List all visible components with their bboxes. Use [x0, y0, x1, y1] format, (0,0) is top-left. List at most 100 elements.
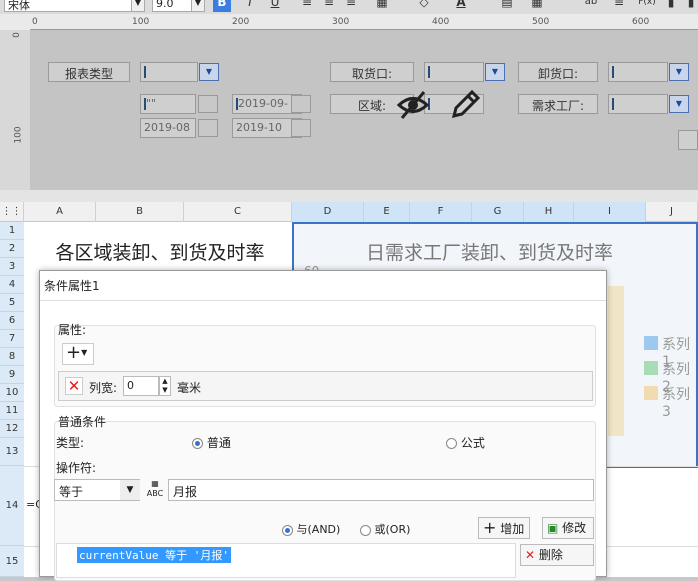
type-formula-radio[interactable]: 公式: [446, 434, 485, 451]
splitter[interactable]: [0, 190, 698, 202]
row-header[interactable]: 9: [0, 366, 24, 384]
row-header[interactable]: 2: [0, 240, 24, 258]
fill-color-icon[interactable]: ◇: [415, 0, 433, 12]
pickup-input[interactable]: [424, 62, 484, 82]
delete-condition-button[interactable]: ✕ 删除: [520, 544, 594, 566]
and-radio[interactable]: 与(AND): [282, 521, 340, 537]
toolbar: 宋体 ▼ 9.0 ▼ B I U ≡ ≡ ≡ ▦ ◇ A ▤ ▦ ab ≡ F(…: [0, 0, 698, 14]
add-attribute-button[interactable]: +▼: [62, 343, 94, 365]
row-header[interactable]: 6: [0, 312, 24, 330]
ruler-tick: 0: [11, 32, 22, 38]
attribute-row: ✕ 列宽: 0 ▲ ▼ 毫米: [58, 371, 593, 401]
ruler-corner: [0, 14, 30, 30]
ruler-tick: 500: [532, 17, 550, 27]
unit-label: 毫米: [177, 381, 202, 395]
row-header[interactable]: 10: [0, 384, 24, 402]
row-header[interactable]: 14: [0, 466, 24, 546]
column-header-d[interactable]: D: [292, 202, 364, 222]
unload-input[interactable]: [608, 62, 668, 82]
pickup-label: 取货口:: [330, 62, 414, 82]
row-header[interactable]: 12: [0, 420, 24, 438]
strike-button[interactable]: ab: [582, 0, 600, 12]
condition-item[interactable]: currentValue 等于 '月报': [77, 547, 231, 563]
border-icon[interactable]: ▦: [373, 0, 391, 12]
or-radio[interactable]: 或(OR): [360, 521, 410, 537]
parameter-panel: 报表类型 ▼ 取货口: ▼ 卸货口: ▼ "" 2019-09- 区域: 需求工…: [30, 30, 698, 190]
column-header-a[interactable]: A: [24, 202, 96, 222]
row-header[interactable]: 11: [0, 402, 24, 420]
column-header-i[interactable]: I: [574, 202, 646, 222]
report-title-cell[interactable]: 各区域装卸、到货及时率: [40, 238, 280, 268]
add-condition-button[interactable]: + 增加: [478, 517, 530, 539]
row-header[interactable]: 4: [0, 276, 24, 294]
modify-icon: ▣: [547, 521, 559, 535]
delete-icon: ✕: [525, 548, 536, 562]
wrap-icon[interactable]: ≡: [610, 0, 628, 12]
formula-button[interactable]: F(x): [636, 0, 658, 12]
font-color-button[interactable]: A: [452, 0, 470, 12]
chevron-down-icon[interactable]: ▼: [485, 63, 505, 81]
chevron-down-icon[interactable]: ▼: [199, 63, 219, 81]
operand-input[interactable]: 月报: [168, 479, 594, 501]
radio-icon: [360, 524, 371, 536]
chevron-down-icon[interactable]: ▼: [131, 0, 145, 12]
row-header[interactable]: 5: [0, 294, 24, 312]
font-size-select[interactable]: 9.0: [152, 0, 192, 12]
row-header[interactable]: 8: [0, 348, 24, 366]
spinner-icon[interactable]: ▲ ▼: [159, 376, 171, 396]
dialog-title: 条件属性1: [40, 271, 606, 301]
date-to-2-value: 2019-10: [236, 121, 282, 134]
select-all-icon[interactable]: ⋮⋮: [0, 202, 24, 222]
merge-icon[interactable]: ▤: [498, 0, 516, 12]
column-header-b[interactable]: B: [96, 202, 184, 222]
column-header-f[interactable]: F: [410, 202, 472, 222]
align-left-icon[interactable]: ≡: [298, 0, 316, 12]
align-center-icon[interactable]: ≡: [320, 0, 338, 12]
report-type-input[interactable]: [140, 62, 198, 82]
grid-icon[interactable]: ▦: [528, 0, 546, 12]
chevron-down-icon[interactable]: ▼: [191, 0, 205, 12]
delete-attribute-icon[interactable]: ✕: [65, 377, 83, 395]
row-header[interactable]: 1: [0, 222, 24, 240]
text-type-icon[interactable]: ▦ ABC: [144, 479, 166, 501]
chart-icon[interactable]: ▮: [662, 0, 680, 12]
chevron-down-icon[interactable]: ▼: [120, 480, 140, 500]
factory-input[interactable]: [608, 94, 668, 114]
type-normal-radio[interactable]: 普通: [192, 434, 231, 451]
eye-off-icon[interactable]: [396, 88, 430, 122]
chevron-down-icon[interactable]: ▼: [669, 63, 689, 81]
bold-button[interactable]: B: [213, 0, 231, 12]
calendar-icon[interactable]: [291, 119, 311, 137]
calendar-icon[interactable]: [198, 95, 218, 113]
column-header-h[interactable]: H: [524, 202, 574, 222]
chart2-icon[interactable]: ▮: [682, 0, 698, 12]
chevron-down-icon[interactable]: ▼: [669, 95, 689, 113]
query-button[interactable]: [678, 130, 698, 150]
vertical-ruler: 0 100: [0, 30, 30, 190]
align-right-icon[interactable]: ≡: [342, 0, 360, 12]
calendar-icon[interactable]: [291, 95, 311, 113]
row-header[interactable]: 15: [0, 546, 24, 577]
date-from-input-2[interactable]: 2019-08: [140, 118, 196, 138]
normal-condition-label: 普通条件: [58, 415, 107, 429]
column-header-g[interactable]: G: [472, 202, 524, 222]
row-header[interactable]: 7: [0, 330, 24, 348]
report-type-label: 报表类型: [48, 62, 130, 82]
date-from-input-1[interactable]: "": [140, 94, 196, 114]
add-attribute-glyph: +: [66, 342, 82, 363]
column-width-input[interactable]: 0: [123, 376, 159, 396]
condition-list[interactable]: currentValue 等于 '月报': [56, 543, 516, 578]
font-name-select[interactable]: 宋体: [4, 0, 132, 12]
italic-button[interactable]: I: [241, 0, 259, 12]
underline-button[interactable]: U: [266, 0, 284, 12]
row-header[interactable]: 3: [0, 258, 24, 276]
row-header[interactable]: 13: [0, 438, 24, 466]
column-header-e[interactable]: E: [364, 202, 410, 222]
edit-pencil-icon[interactable]: [448, 88, 482, 122]
modify-button[interactable]: ▣ 修改: [542, 517, 594, 539]
column-header-j[interactable]: J: [646, 202, 698, 222]
column-header-c[interactable]: C: [184, 202, 292, 222]
calendar-icon[interactable]: [198, 119, 218, 137]
radio-icon: [282, 524, 293, 536]
or-label: 或(OR): [374, 523, 411, 536]
